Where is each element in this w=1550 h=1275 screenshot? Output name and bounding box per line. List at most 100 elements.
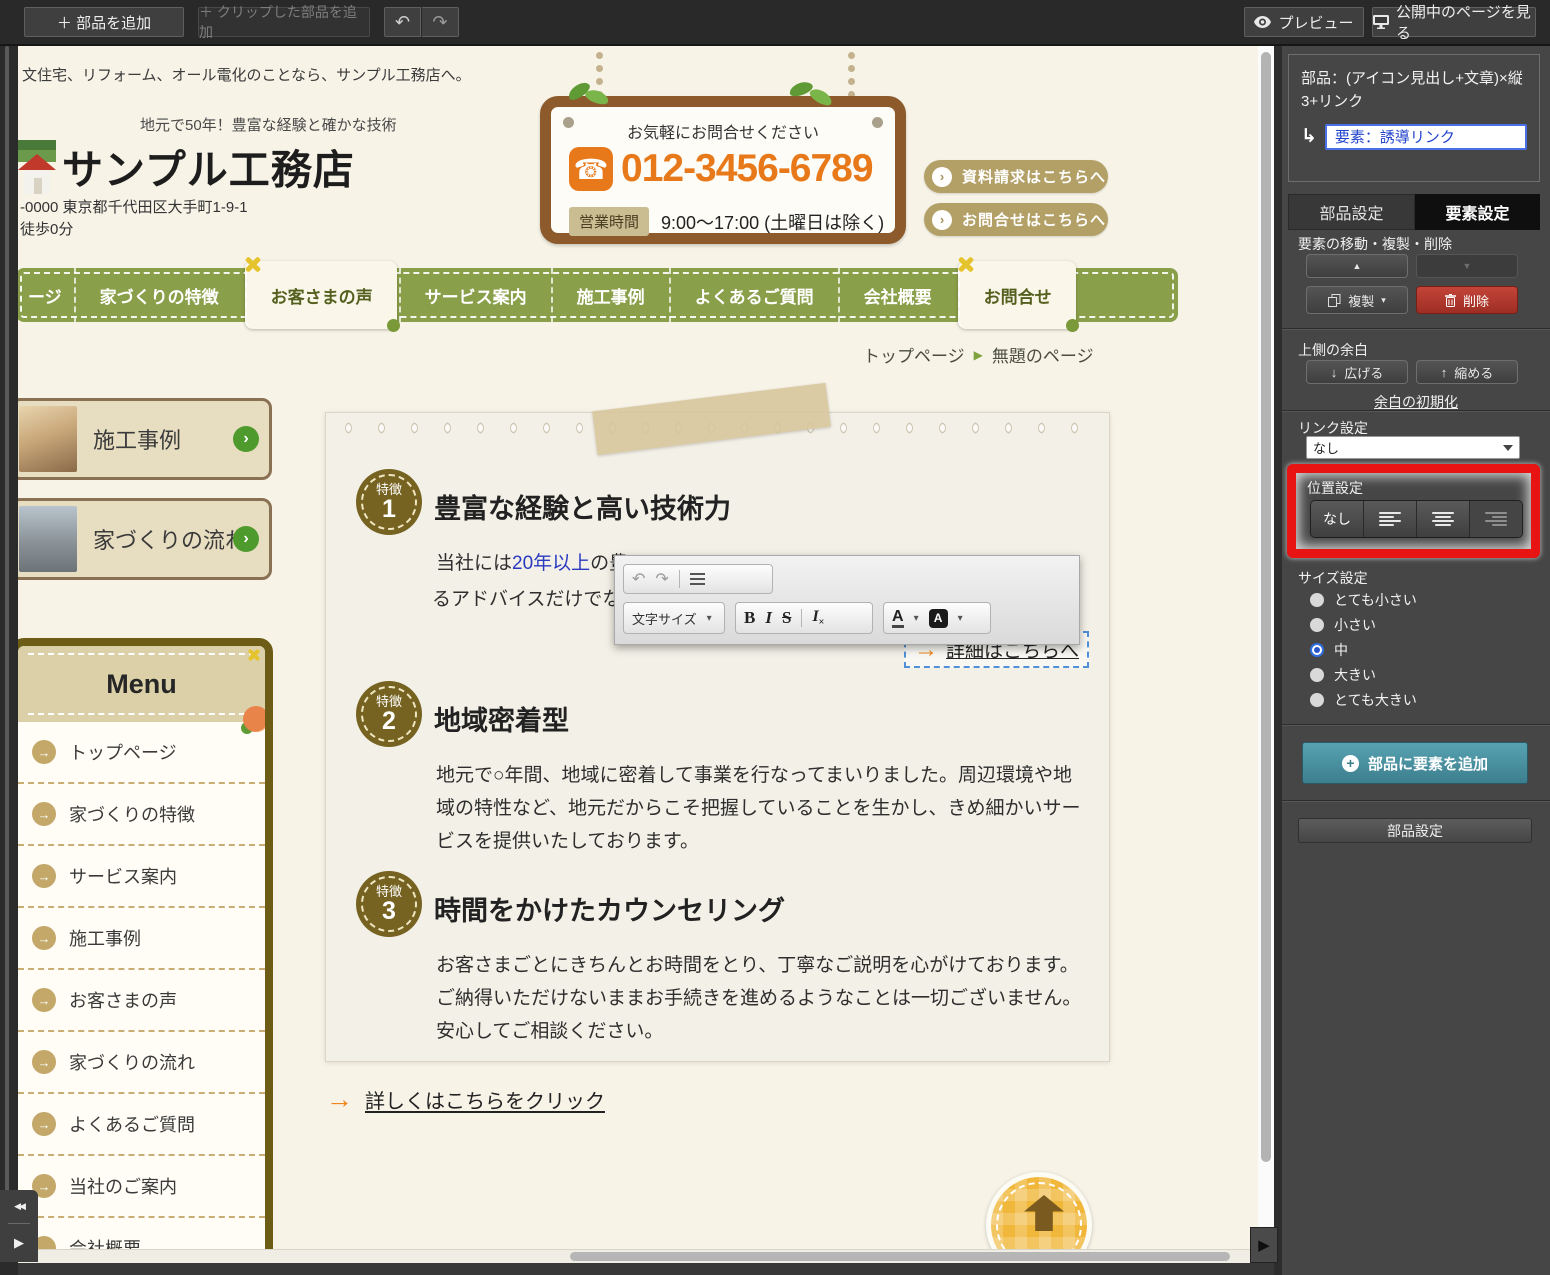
- tab-part-settings[interactable]: 部品設定: [1288, 194, 1415, 230]
- expand-margin-button[interactable]: ↓広げる: [1306, 360, 1408, 384]
- clear-format-button[interactable]: I×: [812, 608, 824, 628]
- align-right-button[interactable]: [1470, 501, 1522, 537]
- canvas-vertical-scrollbar[interactable]: [1258, 44, 1274, 1263]
- breadcrumb-home[interactable]: トップページ: [863, 342, 965, 367]
- contact-button[interactable]: › お問合せはこちらへ: [924, 203, 1108, 236]
- view-published-button[interactable]: 公開中のページを見る: [1372, 7, 1536, 37]
- align-center-button[interactable]: [1417, 501, 1470, 537]
- side-menu-title: Menu: [18, 646, 265, 722]
- redo-icon[interactable]: ↷: [422, 7, 459, 37]
- sign-string-right: [848, 52, 855, 98]
- masking-tape: [592, 383, 831, 455]
- view-published-label: 公開中のページを見る: [1396, 1, 1535, 43]
- clip-x-icon: [243, 254, 263, 274]
- undo-icon[interactable]: ↶: [384, 7, 421, 37]
- canvas-horizontal-scrollbar[interactable]: [18, 1249, 1258, 1263]
- radio-icon: [1310, 618, 1324, 632]
- strikethrough-button[interactable]: S: [782, 608, 791, 628]
- part-settings-button[interactable]: 部品設定: [1298, 818, 1532, 843]
- font-size-dropdown[interactable]: 文字サイズ: [632, 609, 697, 628]
- highlight-color-button[interactable]: A: [929, 609, 948, 628]
- tab-element-settings[interactable]: 要素設定: [1415, 194, 1540, 230]
- more-details-link[interactable]: → 詳しくはこちらをクリック: [326, 1084, 605, 1115]
- move-down-button[interactable]: ▼: [1416, 254, 1518, 278]
- editor-redo-icon[interactable]: ↷: [655, 569, 668, 589]
- nav-item-works[interactable]: 施工事例: [551, 268, 669, 322]
- add-clipped-part-button[interactable]: ＋ クリップした部品を追加: [198, 7, 370, 37]
- menu-item-about[interactable]: →当社のご案内: [18, 1156, 265, 1218]
- menu-item-faq[interactable]: →よくあるご質問: [18, 1094, 265, 1156]
- size-option-l[interactable]: 大きい: [1310, 665, 1376, 685]
- menu-item-top[interactable]: →トップページ: [18, 722, 265, 784]
- reset-margin-link[interactable]: 余白の初期化: [1282, 392, 1550, 412]
- move-up-button[interactable]: ▲: [1306, 254, 1408, 278]
- position-button-group: なし: [1310, 500, 1523, 538]
- scroll-next-icon: ▶: [1258, 1236, 1270, 1254]
- side-menu: Menu →トップページ →家づくりの特徴 →サービス案内 →施工事例 →お客さ…: [18, 638, 273, 1263]
- feature-1-title: 豊富な経験と高い技術力: [434, 487, 731, 526]
- bold-button[interactable]: B: [744, 608, 755, 628]
- font-color-button[interactable]: A: [892, 609, 904, 628]
- scroll-prev-double-icon[interactable]: ◀◀: [14, 1201, 24, 1212]
- banner-flow[interactable]: 家づくりの流れ ›: [18, 498, 272, 580]
- link-section-label: リンク設定: [1298, 418, 1368, 438]
- delete-button[interactable]: 削除: [1416, 286, 1518, 314]
- add-part-button[interactable]: ＋ 部品を追加: [24, 7, 184, 37]
- corner-arrow-icon: [1066, 319, 1079, 332]
- menu-item-flow[interactable]: →家づくりの流れ: [18, 1032, 265, 1094]
- menu-item-services[interactable]: →サービス案内: [18, 846, 265, 908]
- align-left-button[interactable]: [1364, 501, 1417, 537]
- canvas-scroll-tab-right[interactable]: ▶: [1250, 1227, 1278, 1263]
- link-setting-select[interactable]: なし: [1306, 436, 1520, 459]
- hours-label: 営業時間: [569, 207, 649, 236]
- request-docs-button[interactable]: › 資料請求はこちらへ: [924, 160, 1108, 193]
- nav-item-contact[interactable]: お問合せ: [958, 261, 1076, 329]
- nav-item-features[interactable]: 家づくりの特徴: [74, 268, 243, 322]
- nav-item-services[interactable]: サービス案内: [399, 268, 551, 322]
- size-option-xl[interactable]: とても大きい: [1310, 690, 1417, 710]
- arrow-up-icon: [1024, 1195, 1064, 1231]
- selected-part-label: 部品：(アイコン見出し+文章)×縦3+リンク: [1301, 67, 1527, 114]
- banner-works[interactable]: 施工事例 ›: [18, 398, 272, 480]
- shrink-margin-button[interactable]: ↑縮める: [1416, 360, 1518, 384]
- arrow-right-icon: →: [32, 740, 56, 764]
- selection-info-box: 部品：(アイコン見出し+文章)×縦3+リンク ↳ 要素：誘導リンク: [1288, 54, 1540, 182]
- add-element-button[interactable]: + 部品に要素を追加: [1302, 742, 1528, 784]
- duplicate-button[interactable]: 複製 ▾: [1306, 286, 1408, 314]
- scroll-next-icon[interactable]: ▶: [14, 1235, 24, 1251]
- editor-undo-icon[interactable]: ↶: [632, 569, 645, 589]
- size-option-m[interactable]: 中: [1310, 640, 1348, 660]
- richtext-toolbar: ↶ ↷ 文字サイズ ▾ B I S I× A ▾ A ▾: [614, 555, 1080, 645]
- nav-item-top-page[interactable]: ージ: [18, 268, 74, 322]
- selected-element-field[interactable]: 要素：誘導リンク: [1325, 124, 1527, 150]
- nav-item-company[interactable]: 会社概要: [838, 268, 956, 322]
- chevron-right-icon: ›: [233, 526, 259, 552]
- chevron-down-icon: [1503, 445, 1513, 451]
- menu-item-features[interactable]: →家づくりの特徴: [18, 784, 265, 846]
- position-none-button[interactable]: なし: [1311, 501, 1364, 537]
- feature-2-title: 地域密着型: [434, 699, 569, 738]
- arrow-right-icon: →: [32, 1050, 56, 1074]
- banner-thumbnail: [19, 406, 77, 472]
- nav-item-faq[interactable]: よくあるご質問: [669, 268, 838, 322]
- size-option-xs[interactable]: とても小さい: [1310, 590, 1417, 610]
- size-option-s[interactable]: 小さい: [1310, 615, 1376, 635]
- notebook-content: 特徴 1 豊富な経験と高い技術力 当社には20年以上の豊 るアドバイスだけでなく…: [325, 412, 1110, 1062]
- menu-item-works[interactable]: →施工事例: [18, 908, 265, 970]
- preview-button[interactable]: プレビュー: [1244, 7, 1364, 37]
- phone-signboard: お気軽にお問合せください ☎ 012-3456-6789 営業時間 9:00〜1…: [540, 96, 906, 244]
- monitor-icon: [1373, 15, 1389, 29]
- chevron-down-icon: ▾: [1381, 295, 1386, 306]
- paragraph-icon[interactable]: [690, 573, 705, 585]
- phone-number: 012-3456-6789: [621, 147, 873, 191]
- left-scrollbar[interactable]: [5, 46, 9, 1226]
- scrollbar-thumb[interactable]: [1261, 52, 1271, 1162]
- feature-2-body: 地元で○年間、地域に密着して事業を行なってまいりました。周辺環境や地域の特性など…: [436, 759, 1088, 858]
- site-name[interactable]: サンプル工務店: [62, 136, 355, 196]
- menu-item-voice[interactable]: →お客さまの声: [18, 970, 265, 1032]
- editor-topbar: ＋ 部品を追加 ＋ クリップした部品を追加 ↶ ↷ プレビュー 公開中のページを…: [0, 0, 1550, 46]
- italic-button[interactable]: I: [765, 608, 772, 628]
- banner-thumbnail: [19, 506, 77, 572]
- scrollbar-thumb[interactable]: [570, 1252, 1230, 1261]
- nav-item-customer-voice[interactable]: お客さまの声: [245, 261, 397, 329]
